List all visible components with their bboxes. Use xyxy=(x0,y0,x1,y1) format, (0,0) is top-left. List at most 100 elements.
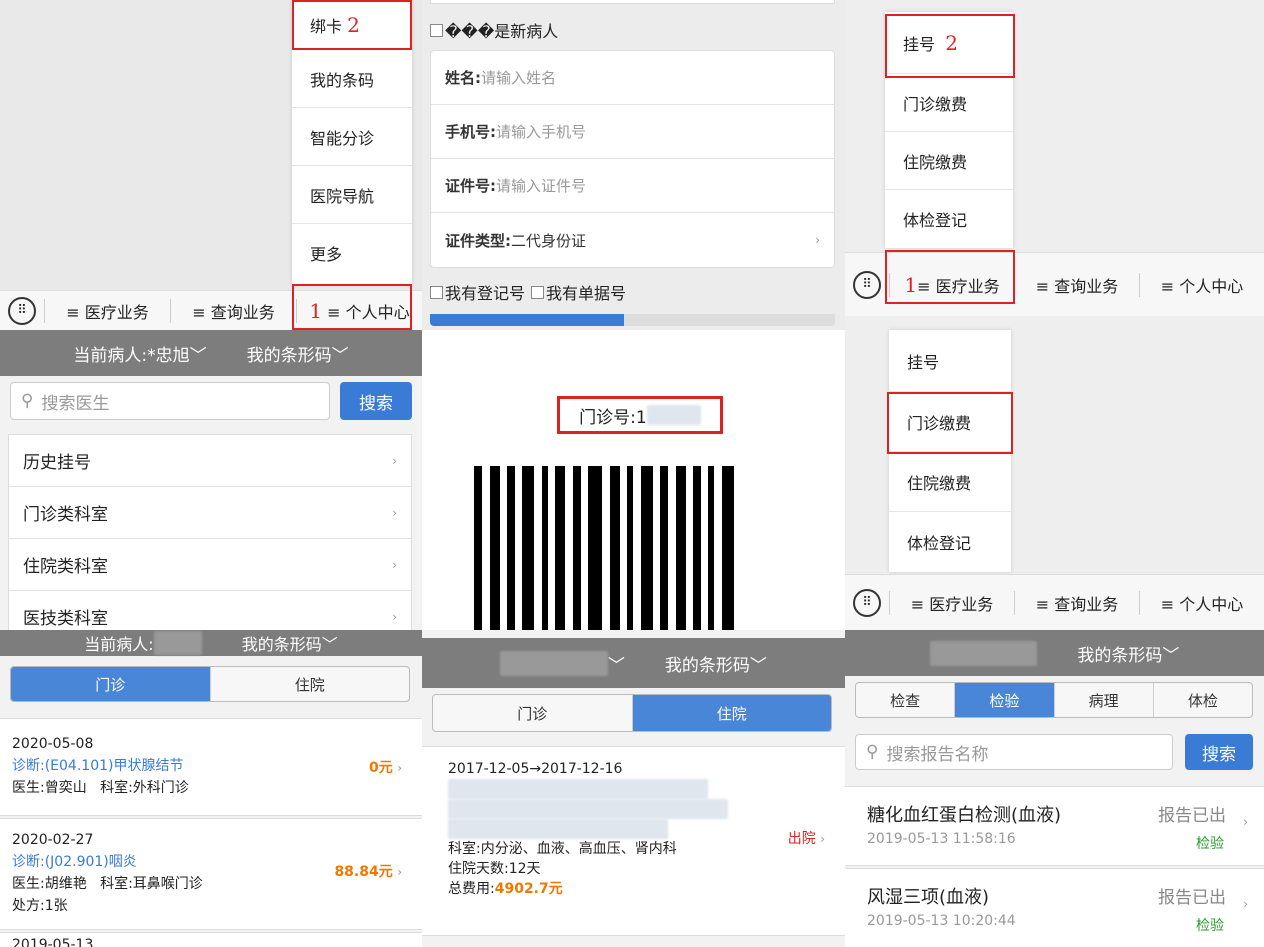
menu-label: 更多 xyxy=(310,245,343,264)
keyboard-icon[interactable]: ⠿ xyxy=(853,588,881,617)
search-button[interactable]: 搜索 xyxy=(340,382,412,420)
id-type-select[interactable]: 证件类型: 二代身份证 › xyxy=(431,213,834,267)
current-patient[interactable]: 当前病人:＊＊＊ xyxy=(84,631,202,655)
department-list: 历史挂号 › 门诊类科室 › 住院类科室 › 医技类科室 › xyxy=(8,434,412,630)
record-dept: 科室:内分泌、血液、高血压、肾内科 xyxy=(448,841,677,857)
report-search-input[interactable]: ⚲ 搜索报告名称 xyxy=(855,734,1173,770)
tab-query[interactable]: ≡ 查询业务 xyxy=(170,298,296,323)
patient-header: 当前病人:*忠旭﹀ 我的条形码﹀ xyxy=(0,330,422,376)
tab-outpatient[interactable]: 门诊 xyxy=(433,695,632,731)
list-label: 历史挂号 xyxy=(23,453,91,473)
menu-item-more[interactable]: 更多 xyxy=(292,224,412,282)
name-field[interactable]: 姓名: 请输入姓名 xyxy=(431,51,834,105)
menu-label: 医院导航 xyxy=(310,186,375,206)
record-card[interactable]: 2020-05-08 诊断:(E04.101)甲状腺结节 医生:曾奕山 科室:外… xyxy=(0,718,422,816)
chevron-right-icon: › xyxy=(1243,815,1248,829)
chevron-down-icon: ﹀ xyxy=(189,345,207,366)
record-card[interactable]: 2020-02-27 诊断:(J02.901)咽炎 医生:胡维艳 科室:耳鼻喉门… xyxy=(0,818,422,930)
menu-item-register[interactable]: 挂号 2 xyxy=(885,12,1013,74)
menu-item-navigation[interactable]: 医院导航 xyxy=(292,166,412,224)
patient-label: 当前病人:*忠旭 xyxy=(73,345,190,366)
keyboard-icon[interactable]: ⠿ xyxy=(8,296,36,325)
my-barcode-menu[interactable]: 我的条形码﹀ xyxy=(247,341,349,366)
outpatient-number: 门诊号:100001 xyxy=(557,396,723,434)
chevron-right-icon: › xyxy=(397,761,402,775)
has-receipt-checkbox[interactable] xyxy=(531,285,545,299)
search-button[interactable]: 搜索 xyxy=(1185,734,1253,770)
has-reg-checkbox[interactable] xyxy=(430,285,443,299)
doctor-search-input[interactable]: ⚲ 搜索医生 xyxy=(10,382,330,420)
tab-label: ≡ 个人中心 xyxy=(327,302,410,322)
panel-bind-card-form: ���是新病人 姓名: 请输入姓名 手机号: 请输入手机号 证件号: 请输入证件… xyxy=(422,0,845,330)
record-type-tabs: 门诊 住院 xyxy=(432,694,832,732)
id-number-field[interactable]: 证件号: 请输入证件号 xyxy=(431,159,834,213)
tab-lab[interactable]: 检验 xyxy=(954,683,1054,717)
menu-item-triage[interactable]: 智能分诊 xyxy=(292,108,412,166)
panel-register-home: 当前病人:*忠旭﹀ 我的条形码﹀ ⚲ 搜索医生 搜索 历史挂号 › 门诊类科室 › 住… xyxy=(0,330,422,630)
tab-personal[interactable]: ≡ 个人中心 xyxy=(1139,272,1264,297)
report-item[interactable]: 风湿三项(血液) 2019-05-13 10:20:44 报告已出 检验 › xyxy=(845,868,1264,947)
current-patient[interactable]: 当前病人:＊＊﹀ xyxy=(500,650,625,676)
inpatient-record-card[interactable]: 2017-12-05→2017-12-16 x x x 科室:内分泌、血液、高血… xyxy=(422,746,845,936)
my-barcode-menu[interactable]: 我的条形码﹀ xyxy=(242,631,338,655)
tab-personal[interactable]: 1 ≡ 个人中心 xyxy=(296,298,422,323)
record-amount: 0元 xyxy=(368,760,393,776)
chevron-down-icon: ﹀ xyxy=(331,345,349,366)
record-cost: 4902.7元 xyxy=(494,881,563,897)
phone-field[interactable]: 手机号: 请输入手机号 xyxy=(431,105,834,159)
menu-item-checkup[interactable]: 体检登记 xyxy=(889,512,1011,572)
menu-label: 体检登记 xyxy=(903,211,968,230)
list-item-outpatient-dept[interactable]: 门诊类科室 › xyxy=(9,487,411,539)
menu-label: 挂号 xyxy=(907,352,940,372)
outpatient-label: 门诊号:1 xyxy=(579,407,647,428)
tab-outpatient[interactable]: 门诊 xyxy=(11,667,210,701)
barcode-bar xyxy=(474,466,482,630)
menu-item-checkup[interactable]: 体检登记 xyxy=(885,190,1013,248)
patient-form: 姓名: 请输入姓名 手机号: 请输入手机号 证件号: 请输入证件号 证件类型: … xyxy=(430,50,835,268)
patient-label: 当前病人: xyxy=(84,635,154,654)
tab-query[interactable]: ≡ 查询业务 xyxy=(1014,272,1139,297)
current-patient[interactable]: 当前病人:＊＊ xyxy=(929,640,1038,666)
menu-item-outpatient-pay[interactable]: 门诊缴费 xyxy=(885,74,1013,132)
list-item-inpatient-dept[interactable]: 住院类科室 › xyxy=(9,539,411,591)
menu-item-my-barcode[interactable]: 我的条码 xyxy=(292,50,412,108)
tab-pathology[interactable]: 病理 xyxy=(1053,683,1153,717)
tab-checkup[interactable]: 体检 xyxy=(1152,683,1252,717)
record-date: 2020-05-08 xyxy=(12,736,94,752)
tab-medical[interactable]: ≡ 医疗业务 xyxy=(44,298,170,323)
menu-item-bind-card[interactable]: 绑卡 2 xyxy=(292,0,412,50)
tab-exam[interactable]: 检查 xyxy=(856,683,954,717)
menu-label: 体检登记 xyxy=(907,534,972,553)
record-card[interactable]: 2019-05-13 xyxy=(0,932,422,947)
report-item[interactable]: 糖化血红蛋白检测(血液) 2019-05-13 11:58:16 报告已出 检验… xyxy=(845,786,1264,866)
menu-item-register[interactable]: 挂号 xyxy=(889,330,1011,392)
tab-personal[interactable]: ≡ 个人中心 xyxy=(1139,590,1264,615)
list-item-history[interactable]: 历史挂号 › xyxy=(9,435,411,487)
field-placeholder: 请输入姓名 xyxy=(481,69,557,87)
list-item-tech-dept[interactable]: 医技类科室 › xyxy=(9,591,411,630)
chevron-right-icon: › xyxy=(392,505,397,520)
list-label: 门诊类科室 xyxy=(23,505,108,525)
search-placeholder: 搜索医生 xyxy=(41,393,110,414)
report-type: 检验 xyxy=(1196,836,1224,852)
menu-label: 我的条码 xyxy=(310,70,375,90)
my-barcode-menu[interactable]: 我的条形码﹀ xyxy=(1077,641,1179,666)
record-cost-label: 总费用: xyxy=(448,881,495,897)
tab-query[interactable]: ≡ 查询业务 xyxy=(1014,590,1139,615)
screenshot-collage: 绑卡 2 我的条码 智能分诊 医院导航 更多 ⠿ ≡ 医疗业务 ≡ 查询业务 1… xyxy=(0,0,1264,947)
menu-item-outpatient-pay[interactable]: 门诊缴费 xyxy=(889,392,1011,452)
tab-inpatient[interactable]: 住院 xyxy=(631,695,831,731)
tab-inpatient[interactable]: 住院 xyxy=(209,667,410,701)
menu-item-inpatient-pay[interactable]: 住院缴费 xyxy=(885,132,1013,190)
tab-medical[interactable]: ≡ 医疗业务 xyxy=(889,590,1014,615)
new-patient-checkbox[interactable] xyxy=(430,23,443,37)
submit-button-edge[interactable] xyxy=(430,314,835,326)
menu-item-inpatient-pay[interactable]: 住院缴费 xyxy=(889,452,1011,512)
panel-medical-menu: 挂号 2 门诊缴费 住院缴费 体检登记 ⠿ 1≡ 医疗业务 ≡ 查询业务 ≡ 个… xyxy=(845,0,1264,316)
keyboard-icon[interactable]: ⠿ xyxy=(853,270,881,299)
tab-medical[interactable]: 1≡ 医疗业务 xyxy=(889,272,1014,297)
my-barcode-menu[interactable]: 我的条形码﹀ xyxy=(665,651,767,676)
new-patient-row[interactable]: ���是新病人 xyxy=(430,18,558,42)
current-patient[interactable]: 当前病人:*忠旭﹀ xyxy=(73,341,206,366)
panel-outpatient-records: 当前病人:＊＊＊ 我的条形码﹀ 门诊 住院 2020-05-08 诊断:(E04… xyxy=(0,630,422,947)
